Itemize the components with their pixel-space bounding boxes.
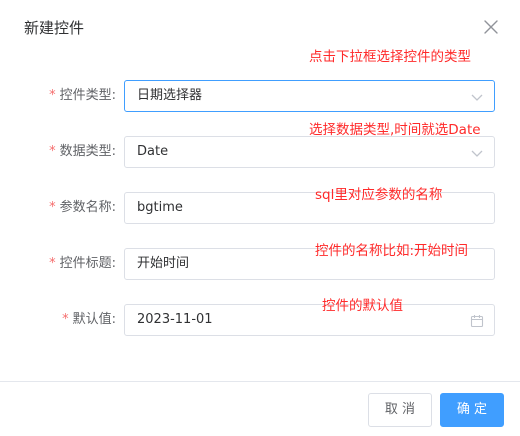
calendar-icon[interactable]: [470, 313, 484, 328]
annotation-param-name: sql里对应参数的名称: [315, 187, 443, 203]
form-row-data-type: * 数据类型: Date: [0, 136, 520, 168]
form-row-default-value: * 默认值: 2023-11-01: [0, 304, 520, 336]
confirm-button[interactable]: 确 定: [440, 393, 504, 427]
control-type-value: 日期选择器: [137, 88, 203, 103]
param-name-label: * 参数名称:: [49, 192, 116, 224]
required-mark: *: [49, 88, 56, 103]
control-type-select[interactable]: 日期选择器: [124, 80, 495, 112]
form-row-control-type: * 控件类型: 日期选择器: [0, 80, 520, 112]
new-control-dialog: 新建控件 * 控件类型: 日期选择器 * 数据类型: Date * 参数名称: …: [0, 0, 520, 436]
data-type-label-text: 数据类型:: [59, 144, 116, 159]
default-value-date-picker[interactable]: 2023-11-01: [124, 304, 495, 336]
footer-divider: [0, 381, 520, 382]
chevron-down-icon: [470, 89, 484, 103]
data-type-label: * 数据类型:: [49, 136, 116, 168]
param-name-label-text: 参数名称:: [59, 200, 116, 215]
default-value-label-text: 默认值:: [72, 312, 116, 327]
required-mark: *: [62, 312, 69, 327]
param-name-value: bgtime: [137, 200, 183, 215]
required-mark: *: [49, 200, 56, 215]
required-mark: *: [49, 144, 56, 159]
annotation-data-type: 选择数据类型,时间就选Date: [309, 122, 481, 138]
close-icon[interactable]: [482, 18, 500, 36]
control-title-label-text: 控件标题:: [59, 256, 116, 271]
annotation-control-title: 控件的名称比如:开始时间: [315, 243, 469, 259]
required-mark: *: [49, 256, 56, 271]
control-type-label: * 控件类型:: [49, 80, 116, 112]
default-value-label: * 默认值:: [62, 304, 116, 336]
dialog-title: 新建控件: [24, 19, 85, 37]
cancel-button[interactable]: 取 消: [368, 393, 432, 427]
annotation-control-type: 点击下拉框选择控件的类型: [309, 49, 471, 65]
data-type-select[interactable]: Date: [124, 136, 495, 168]
chevron-down-icon: [470, 145, 484, 159]
data-type-value: Date: [137, 144, 169, 159]
default-value-value: 2023-11-01: [137, 312, 213, 327]
control-title-value: 开始时间: [137, 256, 190, 271]
control-type-label-text: 控件类型:: [59, 88, 116, 103]
control-title-label: * 控件标题:: [49, 248, 116, 280]
annotation-default-value: 控件的默认值: [322, 298, 403, 314]
